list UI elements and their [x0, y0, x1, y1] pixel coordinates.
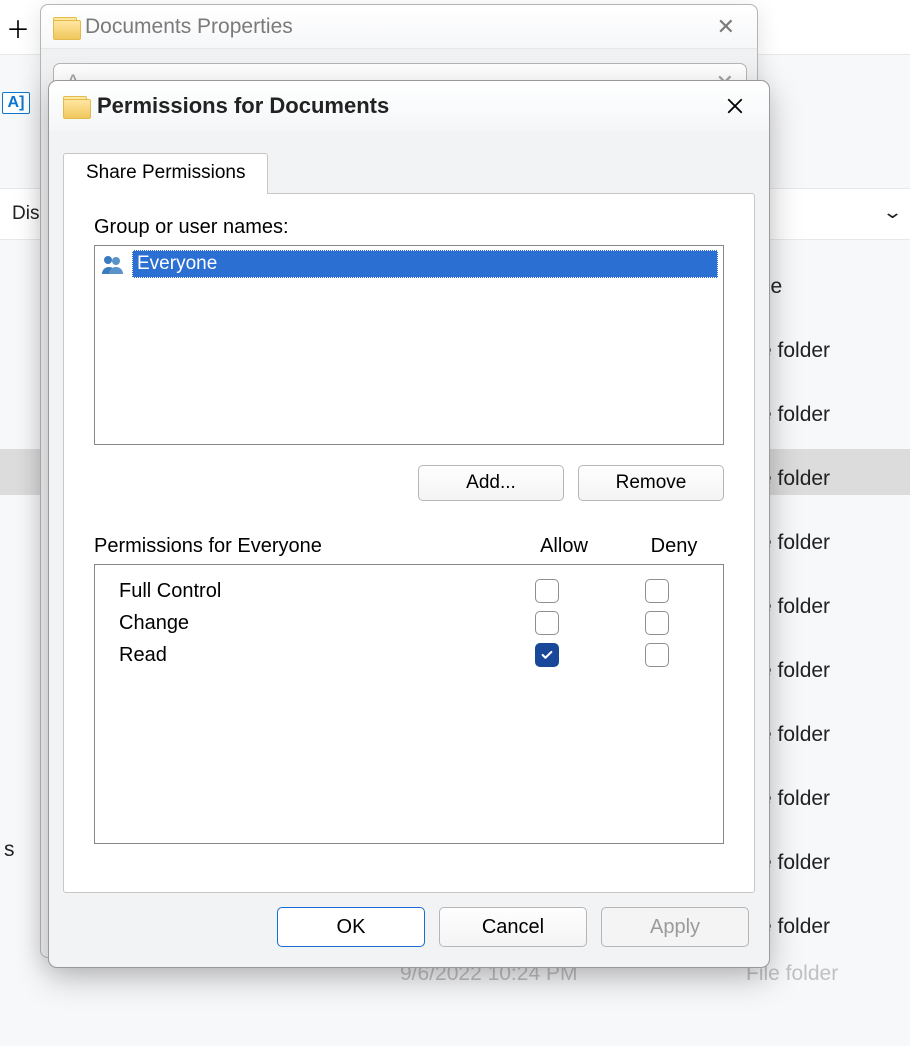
close-button[interactable]: [715, 88, 755, 124]
perm-row-change: Change: [101, 607, 717, 639]
type-fragment: e folder: [760, 339, 900, 363]
column-fragment: Dis: [12, 203, 39, 225]
group-icon: [100, 254, 126, 274]
tab-strip: Share Permissions: [49, 131, 769, 194]
permissions-titlebar[interactable]: Permissions for Documents: [49, 81, 769, 131]
tab-share-permissions[interactable]: Share Permissions: [63, 153, 268, 194]
allow-column-header: Allow: [504, 535, 624, 558]
folder-icon: [63, 96, 87, 116]
type-fragment: e folder: [760, 467, 900, 491]
permissions-table: Full Control Change Read: [94, 564, 724, 844]
user-buttons-row: Add... Remove: [94, 465, 724, 501]
perm-label: Read: [111, 644, 487, 667]
allow-checkbox-read[interactable]: [535, 643, 559, 667]
permissions-header: Permissions for Everyone Allow Deny: [94, 535, 724, 558]
check-icon: [540, 648, 554, 662]
sidebar-fragment: s: [4, 838, 15, 862]
dialog-buttons: OK Cancel Apply: [49, 907, 769, 967]
folder-icon: [53, 17, 77, 37]
type-fragment: ɔe: [760, 275, 900, 299]
group-user-label: Group or user names:: [94, 216, 724, 239]
rename-icon[interactable]: A]: [2, 92, 30, 114]
chevron-down-icon[interactable]: ⌄: [882, 202, 903, 223]
new-icon[interactable]: ＋: [6, 10, 30, 45]
user-name-everyone: Everyone: [132, 250, 718, 278]
type-fragment: e folder: [760, 915, 900, 939]
allow-checkbox-full-control[interactable]: [535, 579, 559, 603]
share-permissions-panel: Group or user names: Everyone Add... Rem…: [63, 193, 755, 893]
type-fragment: e folder: [760, 659, 900, 683]
perm-row-read: Read: [101, 639, 717, 671]
user-list[interactable]: Everyone: [94, 245, 724, 445]
cancel-button[interactable]: Cancel: [439, 907, 587, 947]
close-icon: [726, 97, 744, 115]
type-fragment: e folder: [760, 403, 900, 427]
parent-dialog-title: Documents Properties: [85, 15, 293, 39]
type-column-fragments: ɔe e folder e folder e folder e folder e…: [760, 275, 900, 939]
user-row-everyone[interactable]: Everyone: [95, 246, 723, 282]
deny-checkbox-change[interactable]: [645, 611, 669, 635]
type-fragment: e folder: [760, 851, 900, 875]
permissions-caption: Permissions for Everyone: [94, 535, 504, 558]
apply-button[interactable]: Apply: [601, 907, 749, 947]
ok-button[interactable]: OK: [277, 907, 425, 947]
perm-row-full-control: Full Control: [101, 575, 717, 607]
deny-column-header: Deny: [624, 535, 724, 558]
type-fragment: e folder: [760, 787, 900, 811]
type-fragment: e folder: [760, 723, 900, 747]
add-button[interactable]: Add...: [418, 465, 564, 501]
deny-checkbox-read[interactable]: [645, 643, 669, 667]
permissions-dialog: Permissions for Documents Share Permissi…: [48, 80, 770, 968]
type-fragment: e folder: [760, 595, 900, 619]
type-fragment: e folder: [760, 531, 900, 555]
permissions-dialog-title: Permissions for Documents: [97, 93, 389, 119]
close-icon[interactable]: ✕: [707, 10, 745, 44]
allow-checkbox-change[interactable]: [535, 611, 559, 635]
parent-titlebar[interactable]: Documents Properties ✕: [41, 5, 757, 49]
deny-checkbox-full-control[interactable]: [645, 579, 669, 603]
perm-label: Full Control: [111, 580, 487, 603]
perm-label: Change: [111, 612, 487, 635]
remove-button[interactable]: Remove: [578, 465, 724, 501]
